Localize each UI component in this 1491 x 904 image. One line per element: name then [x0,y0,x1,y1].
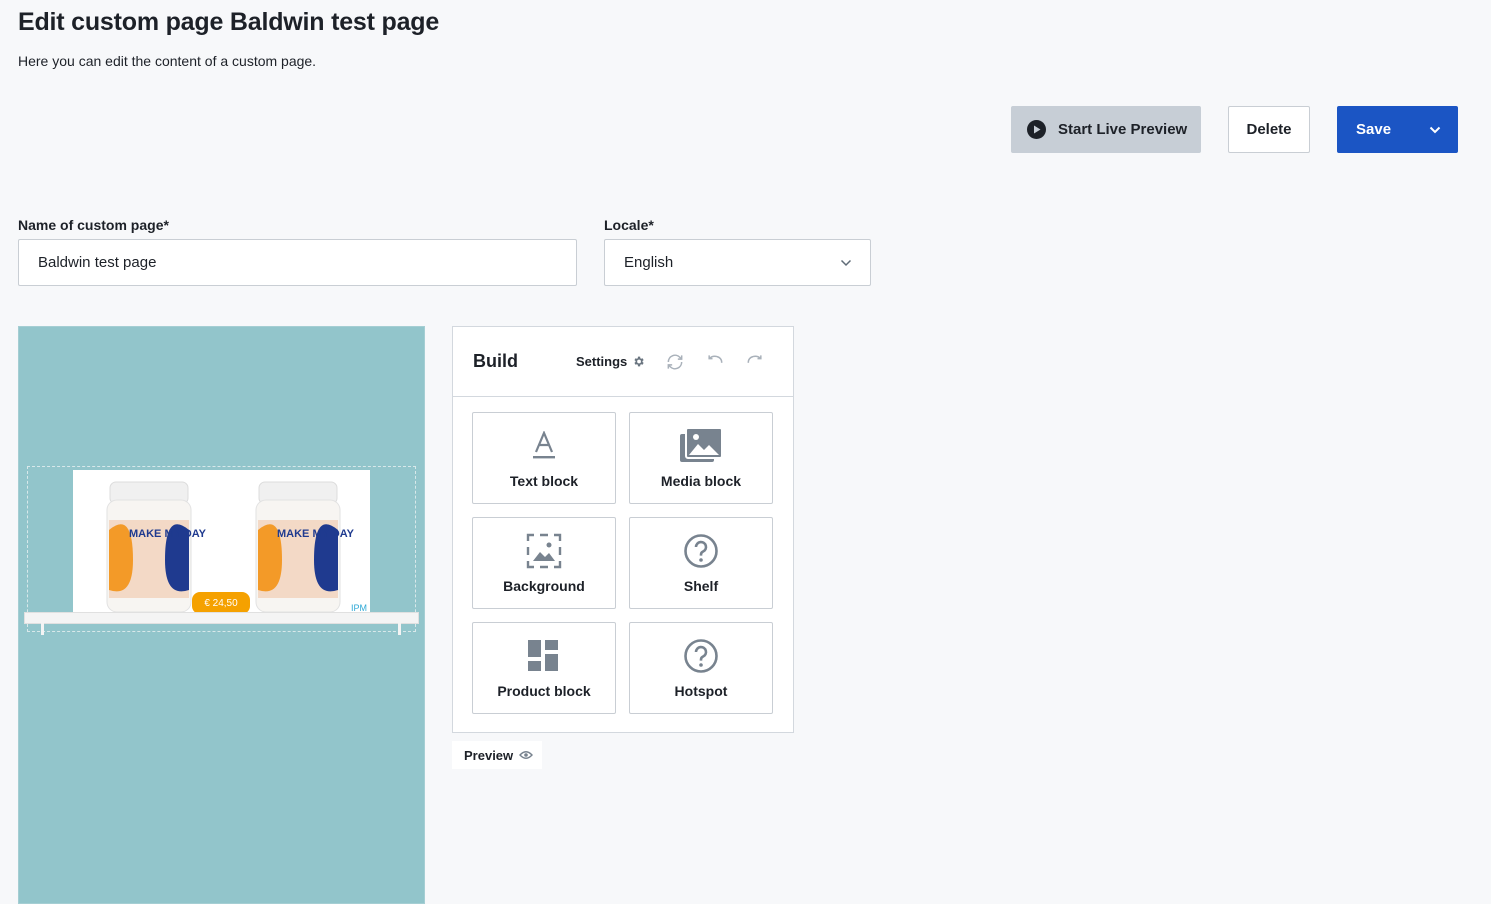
custom-page-name-input[interactable] [18,239,577,286]
build-panel-header: Build Settings [453,327,793,397]
redo-icon[interactable] [745,352,765,372]
start-live-preview-label: Start Live Preview [1058,121,1188,138]
jar-label-text: MAKE MY DAY [129,528,207,540]
preview-label: Preview [464,747,514,763]
save-label: Save [1356,121,1392,138]
save-button[interactable]: Save [1337,106,1458,153]
background-image-icon [526,532,562,570]
locale-field-label: Locale* [604,217,654,233]
page-title: Edit custom page Baldwin test page [18,8,440,36]
chevron-down-icon[interactable] [1429,121,1441,138]
hotspot-tile[interactable]: Hotspot [629,622,773,714]
preview-toggle-button[interactable]: Preview [452,741,542,769]
refresh-icon[interactable] [665,352,685,372]
hotspot-label: Hotspot [674,683,728,699]
page-subtitle: Here you can edit the content of a custo… [18,53,317,69]
media-block-label: Media block [660,473,742,489]
page-canvas[interactable]: MAKE MY DAY MAKE MY DAY IPM € 24,50 [18,326,425,904]
background-label: Background [503,578,585,594]
start-live-preview-button[interactable]: Start Live Preview [1011,106,1201,153]
play-icon [1027,120,1046,139]
chevron-down-icon [840,254,852,271]
product-block-label: Product block [497,683,591,699]
settings-label: Settings [576,354,628,369]
background-tile[interactable]: Background [472,517,616,609]
build-title: Build [473,351,518,371]
locale-select[interactable]: English [604,239,871,286]
delete-button[interactable]: Delete [1228,106,1310,153]
price-badge[interactable]: € 24,50 [192,592,250,614]
settings-button[interactable]: Settings [576,354,645,369]
name-field-label: Name of custom page* [18,217,169,233]
shelf-label: Shelf [683,578,719,594]
eye-icon [519,751,534,759]
build-blocks-grid: Text block Media block Background Shelf … [472,412,773,714]
jar-label-text: MAKE MY DAY [277,528,355,540]
text-a-icon [531,427,557,465]
text-block-tile[interactable]: Text block [472,412,616,504]
question-circle-icon [683,532,719,570]
product-block-tile[interactable]: Product block [472,622,616,714]
shelf-leg [398,623,401,635]
shelf-tile[interactable]: Shelf [629,517,773,609]
question-circle-icon [683,637,719,675]
gear-icon [634,356,644,367]
undo-icon[interactable] [705,352,725,372]
images-icon [680,427,722,465]
shelf-board [24,612,419,624]
dashboard-grid-icon [528,637,560,675]
shelf-leg [41,623,44,635]
media-block-tile[interactable]: Media block [629,412,773,504]
build-panel: Build Settings Text block Media block Ba… [452,326,794,733]
text-block-label: Text block [509,473,579,489]
locale-selected-value: English [624,254,674,271]
